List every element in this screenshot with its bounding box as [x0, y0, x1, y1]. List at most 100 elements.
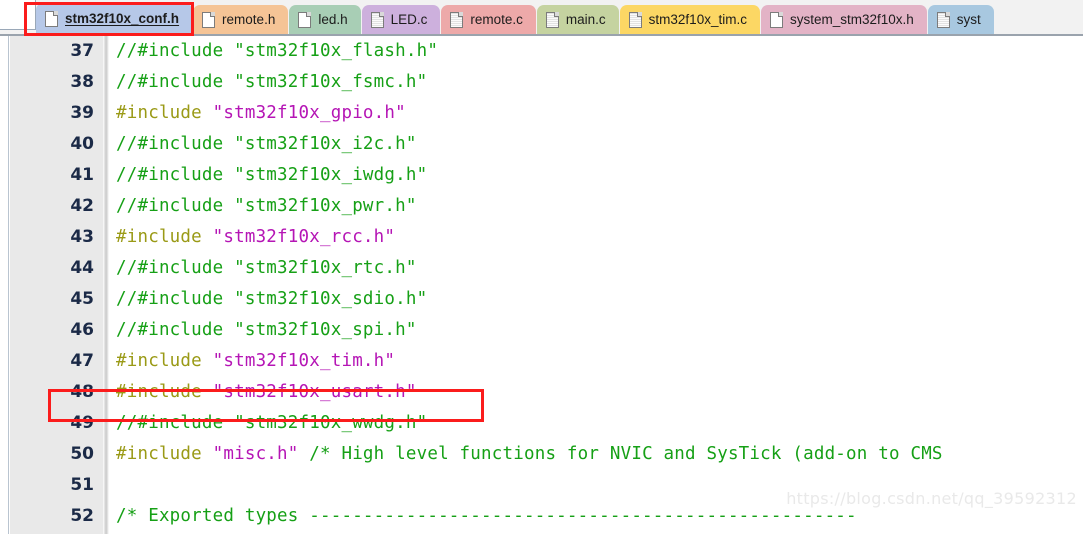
line-number: 40 — [70, 134, 94, 154]
code-editor-window: stm32f10x_conf.h remote.h led.h LED.c remote… — [0, 0, 1083, 534]
tab-stm32f10x-tim-c[interactable]: stm32f10x_tim.c — [619, 5, 760, 34]
tab-syst[interactable]: syst — [927, 5, 994, 34]
file-icon — [769, 11, 783, 28]
code-text: #include "stm32f10x_tim.h" — [116, 346, 395, 377]
code-token: //#include "stm32f10x_sdio.h" — [116, 289, 428, 309]
code-token: #include — [116, 103, 213, 123]
tab-system-stm32f10x-h[interactable]: system_stm32f10x.h — [760, 5, 927, 34]
code-row[interactable]: 45 //#include "stm32f10x_sdio.h" — [0, 284, 1083, 315]
code-row[interactable]: 39 #include "stm32f10x_gpio.h" — [0, 98, 1083, 129]
tab-label: stm32f10x_conf.h — [65, 10, 180, 26]
line-number: 52 — [70, 506, 94, 526]
code-token: //#include "stm32f10x_flash.h" — [116, 41, 439, 61]
code-token: "stm32f10x_tim.h" — [212, 351, 396, 371]
file-icon — [450, 11, 464, 28]
tab-label: system_stm32f10x.h — [789, 11, 914, 27]
tab-label: remote.h — [222, 11, 276, 27]
editor-tab-bar: stm32f10x_conf.h remote.h led.h LED.c remote… — [0, 0, 1083, 36]
code-text: /* Exported types ----------------------… — [116, 501, 857, 532]
code-token: //#include "stm32f10x_pwr.h" — [116, 196, 417, 216]
code-token: "misc.h" — [212, 444, 299, 464]
code-row[interactable]: 50 #include "misc.h" /* High level functi… — [0, 439, 1083, 470]
tab-label: main.c — [565, 11, 606, 27]
code-token: "stm32f10x_rcc.h" — [212, 227, 396, 247]
code-token: //#include "stm32f10x_wwdg.h" — [116, 413, 428, 433]
code-lines[interactable]: 37 //#include "stm32f10x_flash.h" 38 //#inc… — [0, 36, 1083, 534]
code-text: //#include "stm32f10x_iwdg.h" — [116, 160, 427, 191]
code-text: #include "misc.h" /* High level function… — [116, 439, 943, 470]
line-number: 51 — [70, 475, 94, 495]
code-row[interactable]: 47 #include "stm32f10x_tim.h" — [0, 346, 1083, 377]
tab-remote-h[interactable]: remote.h — [193, 5, 289, 34]
file-icon — [545, 11, 559, 28]
line-number: 47 — [70, 351, 94, 371]
line-number: 42 — [70, 196, 94, 216]
code-row[interactable]: 37 //#include "stm32f10x_flash.h" — [0, 36, 1083, 67]
line-number: 37 — [70, 41, 94, 61]
code-token: #include — [116, 227, 213, 247]
tab-stm32f10x-conf-h[interactable]: stm32f10x_conf.h — [36, 3, 193, 34]
code-row[interactable]: 48 #include "stm32f10x_usart.h" — [0, 377, 1083, 408]
file-icon — [45, 10, 58, 27]
code-row[interactable]: 42 //#include "stm32f10x_pwr.h" — [0, 191, 1083, 222]
line-number: 49 — [70, 413, 94, 433]
code-text: #include "stm32f10x_usart.h" — [116, 377, 417, 408]
code-token: #include — [116, 444, 213, 464]
tab-label: LED.c — [390, 11, 428, 27]
code-text: //#include "stm32f10x_fsmc.h" — [116, 67, 427, 98]
code-token: "stm32f10x_gpio.h" — [212, 103, 406, 123]
code-text: #include "stm32f10x_rcc.h" — [116, 222, 395, 253]
code-text: //#include "stm32f10x_spi.h" — [116, 315, 417, 346]
tab-main-c[interactable]: main.c — [536, 5, 619, 34]
line-number: 43 — [70, 227, 94, 247]
watermark-text: https://blog.csdn.net/qq_39592312 — [786, 489, 1077, 508]
code-row[interactable]: 38 //#include "stm32f10x_fsmc.h" — [0, 67, 1083, 98]
code-token: /* High level functions for NVIC and Sys… — [298, 444, 943, 464]
code-text: //#include "stm32f10x_i2c.h" — [116, 129, 417, 160]
code-token: //#include "stm32f10x_i2c.h" — [116, 134, 417, 154]
code-token: "stm32f10x_usart.h" — [212, 382, 417, 402]
tab-label: syst — [956, 11, 981, 27]
code-row[interactable]: 46 //#include "stm32f10x_spi.h" — [0, 315, 1083, 346]
tab-bar-left-stub — [0, 0, 36, 30]
code-row[interactable]: 43 #include "stm32f10x_rcc.h" — [0, 222, 1083, 253]
code-row[interactable]: 44 //#include "stm32f10x_rtc.h" — [0, 253, 1083, 284]
code-token: //#include "stm32f10x_spi.h" — [116, 320, 417, 340]
line-number: 44 — [70, 258, 94, 278]
code-text: //#include "stm32f10x_wwdg.h" — [116, 408, 427, 439]
code-token: //#include "stm32f10x_fsmc.h" — [116, 72, 428, 92]
code-token: #include — [116, 382, 213, 402]
code-text: //#include "stm32f10x_pwr.h" — [116, 191, 417, 222]
file-icon — [628, 11, 642, 28]
tab-label: led.h — [318, 11, 348, 27]
code-row[interactable]: 49 //#include "stm32f10x_wwdg.h" — [0, 408, 1083, 439]
line-number: 50 — [70, 444, 94, 464]
code-row[interactable]: 41 //#include "stm32f10x_iwdg.h" — [0, 160, 1083, 191]
line-number: 38 — [70, 72, 94, 92]
code-text: #include "stm32f10x_gpio.h" — [116, 98, 406, 129]
code-view[interactable]: 37 //#include "stm32f10x_flash.h" 38 //#inc… — [0, 36, 1083, 534]
line-number: 41 — [70, 165, 94, 185]
tab-led-h[interactable]: led.h — [289, 5, 361, 34]
line-number: 46 — [70, 320, 94, 340]
code-token: //#include "stm32f10x_rtc.h" — [116, 258, 417, 278]
tab-label: stm32f10x_tim.c — [648, 11, 747, 27]
file-icon — [936, 11, 950, 28]
code-text: //#include "stm32f10x_sdio.h" — [116, 284, 427, 315]
code-token: #include — [116, 351, 213, 371]
code-text: //#include "stm32f10x_flash.h" — [116, 36, 438, 67]
tab-list: stm32f10x_conf.h remote.h led.h LED.c remote… — [36, 0, 995, 34]
tab-remote-c[interactable]: remote.c — [441, 5, 536, 34]
code-text: //#include "stm32f10x_rtc.h" — [116, 253, 417, 284]
tab-led-c[interactable]: LED.c — [361, 5, 441, 34]
tab-label: remote.c — [470, 11, 523, 27]
code-token: /* Exported types ----------------------… — [116, 506, 857, 526]
code-row[interactable]: 40 //#include "stm32f10x_i2c.h" — [0, 129, 1083, 160]
code-token: //#include "stm32f10x_iwdg.h" — [116, 165, 428, 185]
line-number: 45 — [70, 289, 94, 309]
file-icon — [370, 11, 384, 28]
file-icon — [202, 11, 216, 28]
line-number: 48 — [70, 382, 94, 402]
file-icon — [298, 11, 312, 28]
line-number: 39 — [70, 103, 94, 123]
